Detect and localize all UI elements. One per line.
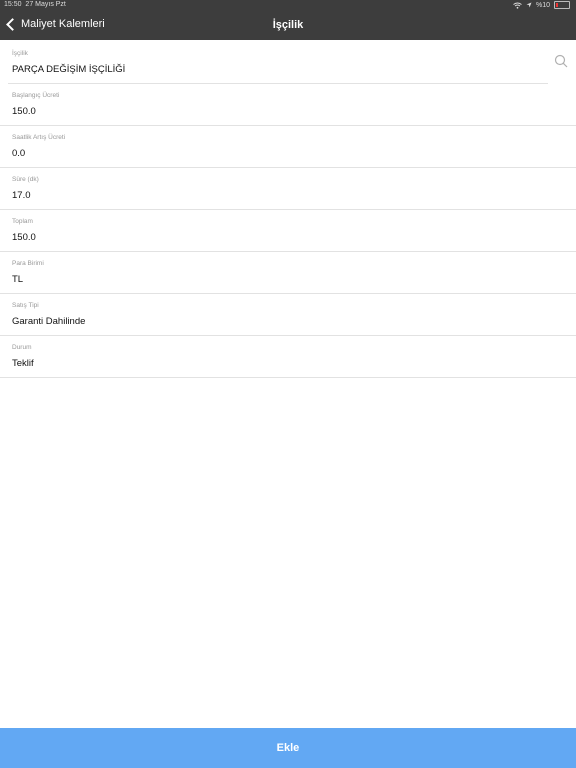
field-label: Toplam <box>12 218 33 225</box>
field-value: 0.0 <box>12 148 26 159</box>
status-bar: 15:50 27 Mayıs Pzt %10 <box>0 0 576 11</box>
field-value: 17.0 <box>12 190 31 201</box>
field-value: Garanti Dahilinde <box>12 316 86 327</box>
field-label: Durum <box>12 344 32 351</box>
status-date-text: 27 Mayıs Pzt <box>25 1 66 8</box>
field-iscilik[interactable]: İşçilik PARÇA DEĞİŞİM İŞÇİLİĞİ <box>0 42 576 84</box>
wifi-icon <box>513 2 522 9</box>
page-title: İşçilik <box>272 19 304 31</box>
status-right: %10 <box>513 1 570 9</box>
status-time: 15:50 27 Mayıs Pzt <box>4 1 66 8</box>
field-label: Para Birimi <box>12 260 44 267</box>
divider <box>0 377 576 378</box>
field-label: Satış Tipi <box>12 302 39 309</box>
field-label: Saatlik Artış Ücreti <box>12 134 66 141</box>
battery-percent: %10 <box>535 1 550 9</box>
add-button[interactable]: Ekle <box>0 728 576 768</box>
field-value: Teklif <box>12 358 34 369</box>
field-value: 150.0 <box>12 106 36 117</box>
field-sure[interactable]: Süre (dk) 17.0 <box>0 168 576 210</box>
field-satis-tipi[interactable]: Satış Tipi Garanti Dahilinde <box>0 294 576 336</box>
field-label: Başlangıç Ücreti <box>12 92 60 99</box>
search-icon[interactable] <box>554 54 568 68</box>
battery-icon <box>554 1 570 9</box>
field-para-birimi[interactable]: Para Birimi TL <box>0 252 576 294</box>
field-durum[interactable]: Durum Teklif <box>0 336 576 378</box>
field-label: Süre (dk) <box>12 176 39 183</box>
field-value: PARÇA DEĞİŞİM İŞÇİLİĞİ <box>12 64 126 75</box>
field-value: TL <box>12 274 24 285</box>
status-time-text: 15:50 <box>4 1 22 8</box>
field-value: 150.0 <box>12 232 36 243</box>
field-saatlik-artis-ucreti[interactable]: Saatlik Artış Ücreti 0.0 <box>0 126 576 168</box>
navigation-bar: 15:50 27 Mayıs Pzt %10 Maliyet Kalemleri… <box>0 0 576 40</box>
location-arrow-icon <box>526 2 532 8</box>
field-label: İşçilik <box>12 50 28 57</box>
field-baslangic-ucreti[interactable]: Başlangıç Ücreti 150.0 <box>0 84 576 126</box>
field-toplam[interactable]: Toplam 150.0 <box>0 210 576 252</box>
